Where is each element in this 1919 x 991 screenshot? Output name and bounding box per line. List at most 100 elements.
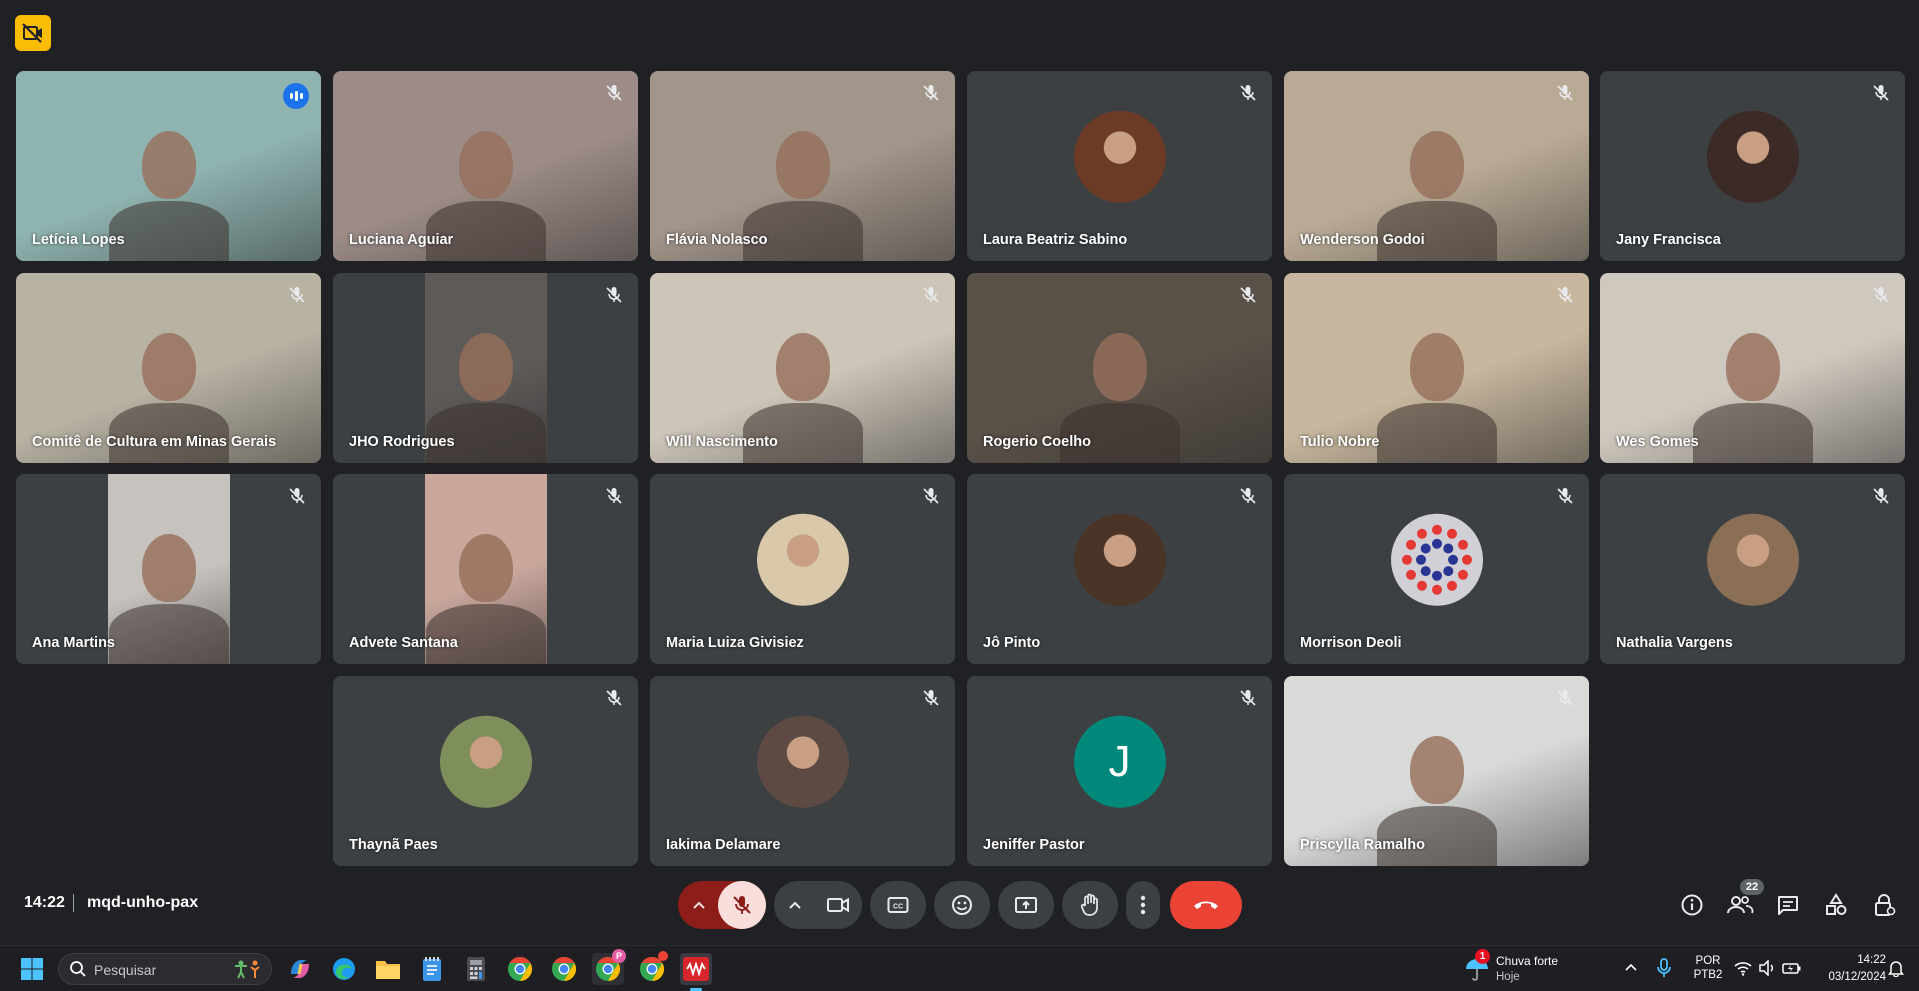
taskbar-chrome-1[interactable] [504, 953, 536, 985]
participant-name: Comitê de Cultura em Minas Gerais [32, 434, 277, 450]
keyboard-layout: PTB2 [1693, 969, 1723, 981]
participant-tile-priscylla-ramalho[interactable]: Priscylla Ramalho [1284, 676, 1589, 866]
participant-name: Will Nascimento [666, 434, 778, 450]
recording-indicator[interactable] [15, 15, 51, 51]
notifications-button[interactable] [1888, 959, 1904, 982]
weather-widget[interactable]: 1 Chuva forte Hoje [1464, 949, 1584, 987]
avatar [439, 715, 532, 808]
mic-toggle-button[interactable] [718, 881, 766, 929]
participant-name: Priscylla Ramalho [1300, 837, 1425, 853]
speaking-indicator-icon [283, 83, 309, 109]
input-language[interactable]: POR PTB2 [1692, 954, 1724, 982]
mic-off-icon [1555, 688, 1575, 708]
participant-tile-laura-beatriz-sabino[interactable]: Laura Beatriz Sabino [967, 71, 1272, 261]
participant-tile-will-nascimento[interactable]: Will Nascimento [650, 273, 955, 463]
participant-name: Letícia Lopes [32, 232, 125, 248]
host-controls-button[interactable] [1870, 891, 1898, 919]
participant-tile-maria-luiza-givisiez[interactable]: Maria Luiza Givisiez [650, 474, 955, 664]
mic-off-icon [921, 688, 941, 708]
participant-name: Maria Luiza Givisiez [666, 635, 804, 651]
participant-tile-iakima-delamare[interactable]: Iakima Delamare [650, 676, 955, 866]
activities-button[interactable] [1822, 891, 1850, 919]
leave-call-button[interactable] [1170, 881, 1242, 929]
participant-name: JHO Rodrigues [349, 434, 455, 450]
people-button[interactable]: 22 [1726, 879, 1764, 919]
participant-name: Iakima Delamare [666, 837, 781, 853]
mic-off-icon [1238, 688, 1258, 708]
camera-toggle-group [774, 881, 862, 929]
participant-name: Wes Gomes [1616, 434, 1699, 450]
search-icon [70, 961, 86, 977]
mic-off-icon [604, 285, 624, 305]
participant-name: Ana Martins [32, 635, 115, 651]
participant-tile-wenderson-godoi[interactable]: Wenderson Godoi [1284, 71, 1589, 261]
taskbar-active-app[interactable] [680, 953, 712, 991]
present-button[interactable] [998, 881, 1054, 929]
taskbar-file-explorer[interactable] [372, 953, 404, 985]
participant-name: Tulio Nobre [1300, 434, 1380, 450]
reactions-button[interactable] [934, 881, 990, 929]
participant-tile-jany-francisca[interactable]: Jany Francisca [1600, 71, 1905, 261]
tray-quick-settings[interactable] [1734, 958, 1806, 978]
chat-icon [1778, 896, 1798, 915]
taskbar-chrome-3[interactable] [636, 951, 668, 985]
participant-tile-comite-de-cultura-em-minas-gerais[interactable]: Comitê de Cultura em Minas Gerais [16, 273, 321, 463]
mic-off-icon [1238, 486, 1258, 506]
mic-off-icon [921, 285, 941, 305]
mic-off-icon [287, 285, 307, 305]
tray-mic[interactable] [1656, 958, 1672, 983]
mic-off-icon [1871, 285, 1891, 305]
taskbar-chrome-profile[interactable]: P [592, 949, 626, 985]
participant-tile-jo-pinto[interactable]: Jô Pinto [967, 474, 1272, 664]
camera-options-button[interactable] [774, 881, 816, 929]
participant-tile-advete-santana[interactable]: Advete Santana [333, 474, 638, 664]
participant-tile-luciana-aguiar[interactable]: Luciana Aguiar [333, 71, 638, 261]
taskbar-notepad[interactable] [416, 953, 448, 985]
windows-taskbar: Pesquisar P 1 Chuva forte Hoje POR PTB2 … [0, 945, 1919, 991]
chevron-up-icon [789, 901, 801, 909]
camera-toggle-button[interactable] [814, 881, 862, 929]
closed-captions-icon: CC [887, 897, 909, 913]
meeting-code[interactable]: mqd-unho-pax [87, 894, 198, 912]
chat-button[interactable] [1774, 891, 1802, 919]
participant-name: Nathalia Vargens [1616, 635, 1733, 651]
divider [73, 894, 74, 912]
taskbar-edge[interactable] [328, 953, 360, 985]
app-wave-icon [683, 957, 709, 981]
participant-tile-jho-rodrigues[interactable]: JHO Rodrigues [333, 273, 638, 463]
taskbar-search[interactable]: Pesquisar [58, 953, 272, 985]
tray-overflow-button[interactable] [1624, 959, 1642, 977]
taskbar-copilot[interactable] [284, 953, 316, 985]
windows-icon [21, 958, 43, 980]
captions-button[interactable]: CC [870, 881, 926, 929]
participant-tile-flavia-nolasco[interactable]: Flávia Nolasco [650, 71, 955, 261]
shapes-icon [1826, 893, 1847, 915]
more-options-button[interactable] [1126, 881, 1160, 929]
mic-off-icon [287, 486, 307, 506]
participant-tile-jeniffer-pastor[interactable]: J Jeniffer Pastor [967, 676, 1272, 866]
participant-tile-wes-gomes[interactable]: Wes Gomes [1600, 273, 1905, 463]
start-button[interactable] [16, 953, 48, 985]
meeting-details-button[interactable] [1678, 891, 1706, 919]
tray-clock[interactable]: 14:22 03/12/2024 [1812, 953, 1886, 984]
person-silhouette [94, 514, 244, 664]
mic-options-button[interactable] [678, 881, 720, 929]
emoji-icon [952, 895, 972, 915]
battery-icon [1782, 963, 1801, 974]
participant-tile-leticia-lopes[interactable]: Letícia Lopes [16, 71, 321, 261]
mic-off-icon [604, 486, 624, 506]
participant-tile-morrison-deoli[interactable]: Morrison Deoli [1284, 474, 1589, 664]
participant-tile-rogerio-coelho[interactable]: Rogerio Coelho [967, 273, 1272, 463]
participant-tile-nathalia-vargens[interactable]: Nathalia Vargens [1600, 474, 1905, 664]
mic-off-icon [604, 688, 624, 708]
taskbar-chrome-2[interactable] [548, 953, 580, 985]
participant-tile-tulio-nobre[interactable]: Tulio Nobre [1284, 273, 1589, 463]
participant-tile-ana-martins[interactable]: Ana Martins [16, 474, 321, 664]
lock-person-icon [1875, 894, 1896, 916]
taskbar-calculator[interactable] [460, 953, 492, 985]
raise-hand-button[interactable] [1062, 881, 1118, 929]
mic-toggle-group [678, 881, 766, 929]
avatar [756, 513, 849, 606]
avatar: J [1073, 715, 1166, 808]
participant-tile-thayna-paes[interactable]: Thaynã Paes [333, 676, 638, 866]
